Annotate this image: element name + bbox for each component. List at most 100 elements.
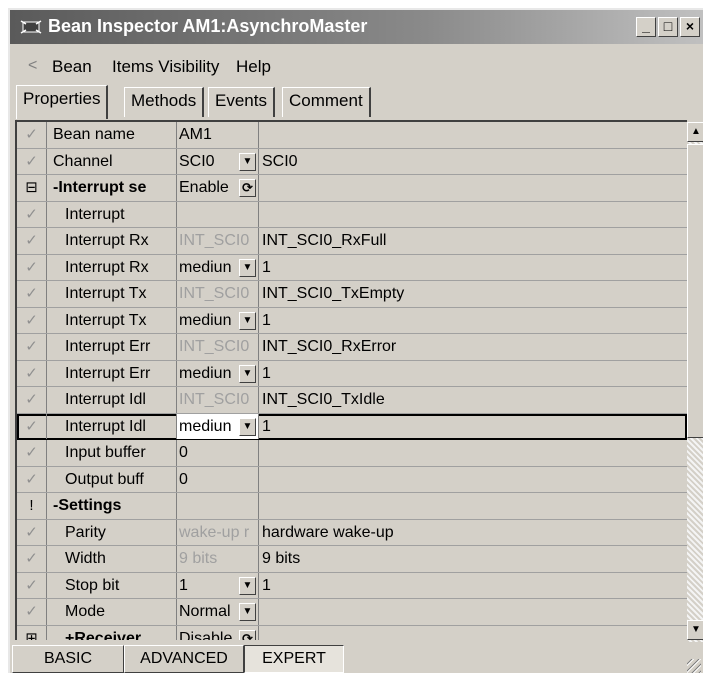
property-value[interactable]: AM1 bbox=[177, 122, 259, 148]
property-name: Width bbox=[47, 546, 177, 572]
property-value[interactable]: INT_SCI0 bbox=[177, 387, 259, 413]
property-row[interactable]: ✓ Interrupt bbox=[17, 201, 687, 228]
property-description: 1 bbox=[262, 258, 271, 276]
property-value-text: Normal bbox=[179, 603, 231, 620]
property-value[interactable]: Enable ⟳ bbox=[177, 175, 259, 201]
tab-properties[interactable]: Properties bbox=[16, 85, 109, 119]
property-row[interactable]: ⊞ +Receiver Disable ⟳ bbox=[17, 625, 687, 640]
tab-comment[interactable]: Comment bbox=[282, 87, 371, 117]
dropdown-arrow-icon[interactable]: ▼ bbox=[239, 576, 256, 595]
property-description: hardware wake-up bbox=[262, 523, 394, 541]
property-value[interactable] bbox=[177, 201, 259, 227]
check-icon: ✓ bbox=[17, 122, 47, 148]
check-icon: ✓ bbox=[17, 413, 47, 439]
property-value[interactable]: 1 ▼ bbox=[177, 572, 259, 598]
property-row[interactable]: ✓ Interrupt Tx mediun ▼ 1 bbox=[17, 307, 687, 334]
check-icon: ✓ bbox=[17, 546, 47, 572]
property-name: Channel bbox=[47, 148, 177, 174]
property-value[interactable]: INT_SCI0 bbox=[177, 281, 259, 307]
dropdown-arrow-icon[interactable]: ▼ bbox=[239, 258, 256, 277]
close-button[interactable]: × bbox=[680, 17, 700, 37]
tab-methods[interactable]: Methods bbox=[124, 87, 205, 117]
property-row[interactable]: ✓ Mode Normal ▼ bbox=[17, 599, 687, 626]
dropdown-arrow-icon[interactable]: ▼ bbox=[239, 364, 256, 383]
property-row[interactable]: ✓ Stop bit 1 ▼ 1 bbox=[17, 572, 687, 599]
dropdown-arrow-icon[interactable]: ▼ bbox=[239, 152, 256, 171]
vertical-scrollbar[interactable]: ▲ ▼ bbox=[687, 122, 703, 642]
property-description: 9 bits bbox=[262, 550, 301, 567]
property-value-text: INT_SCI0 bbox=[179, 391, 250, 408]
property-value[interactable]: INT_SCI0 bbox=[177, 228, 259, 254]
collapse-icon[interactable]: ⊟ bbox=[17, 175, 47, 201]
property-row[interactable]: ✓ Interrupt Rx INT_SCI0 INT_SCI0_RxFull bbox=[17, 228, 687, 255]
property-value-text: SCI0 bbox=[179, 152, 215, 170]
property-value-text: mediun bbox=[179, 417, 232, 435]
minimize-button[interactable]: _ bbox=[636, 17, 656, 37]
expert-button[interactable]: EXPERT bbox=[244, 645, 344, 673]
window-title: Bean Inspector AM1:AsynchroMaster bbox=[48, 16, 368, 36]
menu-bean[interactable]: Bean bbox=[52, 57, 92, 77]
property-value[interactable]: 0 bbox=[177, 440, 259, 466]
property-row[interactable]: ⊟ -Interrupt se Enable ⟳ bbox=[17, 175, 687, 202]
check-icon: ✓ bbox=[17, 387, 47, 413]
expand-icon[interactable]: ⊞ bbox=[17, 625, 47, 640]
advanced-button[interactable]: ADVANCED bbox=[124, 645, 244, 673]
dropdown-arrow-icon[interactable]: ▼ bbox=[239, 417, 256, 436]
property-value-text: INT_SCI0 bbox=[179, 285, 250, 302]
property-value[interactable]: mediun ▼ bbox=[177, 307, 259, 333]
maximize-button[interactable]: □ bbox=[658, 17, 678, 37]
dropdown-arrow-icon[interactable]: ▼ bbox=[239, 311, 256, 330]
property-row[interactable]: ✓ Interrupt Idl mediun ▼ 1 bbox=[17, 413, 687, 440]
scroll-down-button[interactable]: ▼ bbox=[687, 620, 703, 640]
property-value[interactable]: INT_SCI0 bbox=[177, 334, 259, 360]
property-value-text: 0 bbox=[179, 470, 188, 488]
property-description bbox=[259, 599, 687, 625]
property-description: 1 bbox=[262, 311, 271, 329]
property-name: +Receiver bbox=[47, 625, 177, 640]
check-icon: ✓ bbox=[17, 148, 47, 174]
property-value[interactable]: 0 bbox=[177, 466, 259, 492]
property-value-text: mediun bbox=[179, 364, 232, 382]
property-value[interactable] bbox=[177, 493, 259, 519]
tab-events[interactable]: Events bbox=[208, 87, 275, 117]
property-name: Interrupt Tx bbox=[47, 281, 177, 307]
property-name: Interrupt Rx bbox=[47, 228, 177, 254]
check-icon: ✓ bbox=[17, 572, 47, 598]
basic-button[interactable]: BASIC bbox=[12, 645, 124, 673]
property-name: -Interrupt se bbox=[47, 175, 177, 201]
dropdown-arrow-icon[interactable]: ▼ bbox=[239, 603, 256, 621]
menu-help[interactable]: Help bbox=[236, 57, 271, 77]
scroll-thumb[interactable] bbox=[687, 144, 703, 438]
property-value[interactable]: wake-up r bbox=[177, 519, 259, 545]
property-row[interactable]: ✓ Interrupt Rx mediun ▼ 1 bbox=[17, 254, 687, 281]
property-value[interactable]: mediun ▼ bbox=[177, 360, 259, 386]
resize-grip-icon[interactable] bbox=[687, 659, 701, 673]
property-row[interactable]: ✓ Interrupt Err INT_SCI0 INT_SCI0_RxError bbox=[17, 334, 687, 361]
toggle-refresh-icon[interactable]: ⟳ bbox=[239, 179, 256, 197]
property-value[interactable]: 9 bits bbox=[177, 546, 259, 572]
scroll-up-button[interactable]: ▲ bbox=[687, 122, 703, 142]
back-arrow-icon[interactable]: < bbox=[28, 57, 37, 75]
property-value[interactable]: Disable ⟳ bbox=[177, 625, 259, 640]
title-bar[interactable]: Bean Inspector AM1:AsynchroMaster _ □ × bbox=[10, 10, 703, 44]
property-value[interactable]: Normal ▼ bbox=[177, 599, 259, 625]
property-row[interactable]: ✓ Bean name AM1 bbox=[17, 122, 687, 149]
property-row[interactable]: ✓ Parity wake-up r hardware wake-up bbox=[17, 519, 687, 546]
property-row[interactable]: ✓ Interrupt Err mediun ▼ 1 bbox=[17, 360, 687, 387]
property-row[interactable]: ✓ Interrupt Tx INT_SCI0 INT_SCI0_TxEmpty bbox=[17, 281, 687, 308]
property-name: Interrupt Err bbox=[47, 334, 177, 360]
property-row[interactable]: ✓ Input buffer 0 bbox=[17, 440, 687, 467]
property-row[interactable]: ✓ Output buff 0 bbox=[17, 466, 687, 493]
property-value-text: 1 bbox=[179, 576, 188, 594]
property-row[interactable]: ✓ Width 9 bits 9 bits bbox=[17, 546, 687, 573]
check-icon: ✓ bbox=[17, 201, 47, 227]
property-name: -Settings bbox=[47, 493, 177, 519]
menu-items-visibility[interactable]: Items Visibility bbox=[112, 57, 219, 77]
property-value[interactable]: mediun ▼ bbox=[177, 413, 259, 439]
property-row[interactable]: ! -Settings bbox=[17, 493, 687, 520]
toggle-refresh-icon[interactable]: ⟳ bbox=[239, 629, 256, 640]
property-row[interactable]: ✓ Interrupt Idl INT_SCI0 INT_SCI0_TxIdle bbox=[17, 387, 687, 414]
property-value[interactable]: mediun ▼ bbox=[177, 254, 259, 280]
property-value[interactable]: SCI0 ▼ bbox=[177, 148, 259, 174]
property-row[interactable]: ✓ Channel SCI0 ▼ SCI0 bbox=[17, 148, 687, 175]
